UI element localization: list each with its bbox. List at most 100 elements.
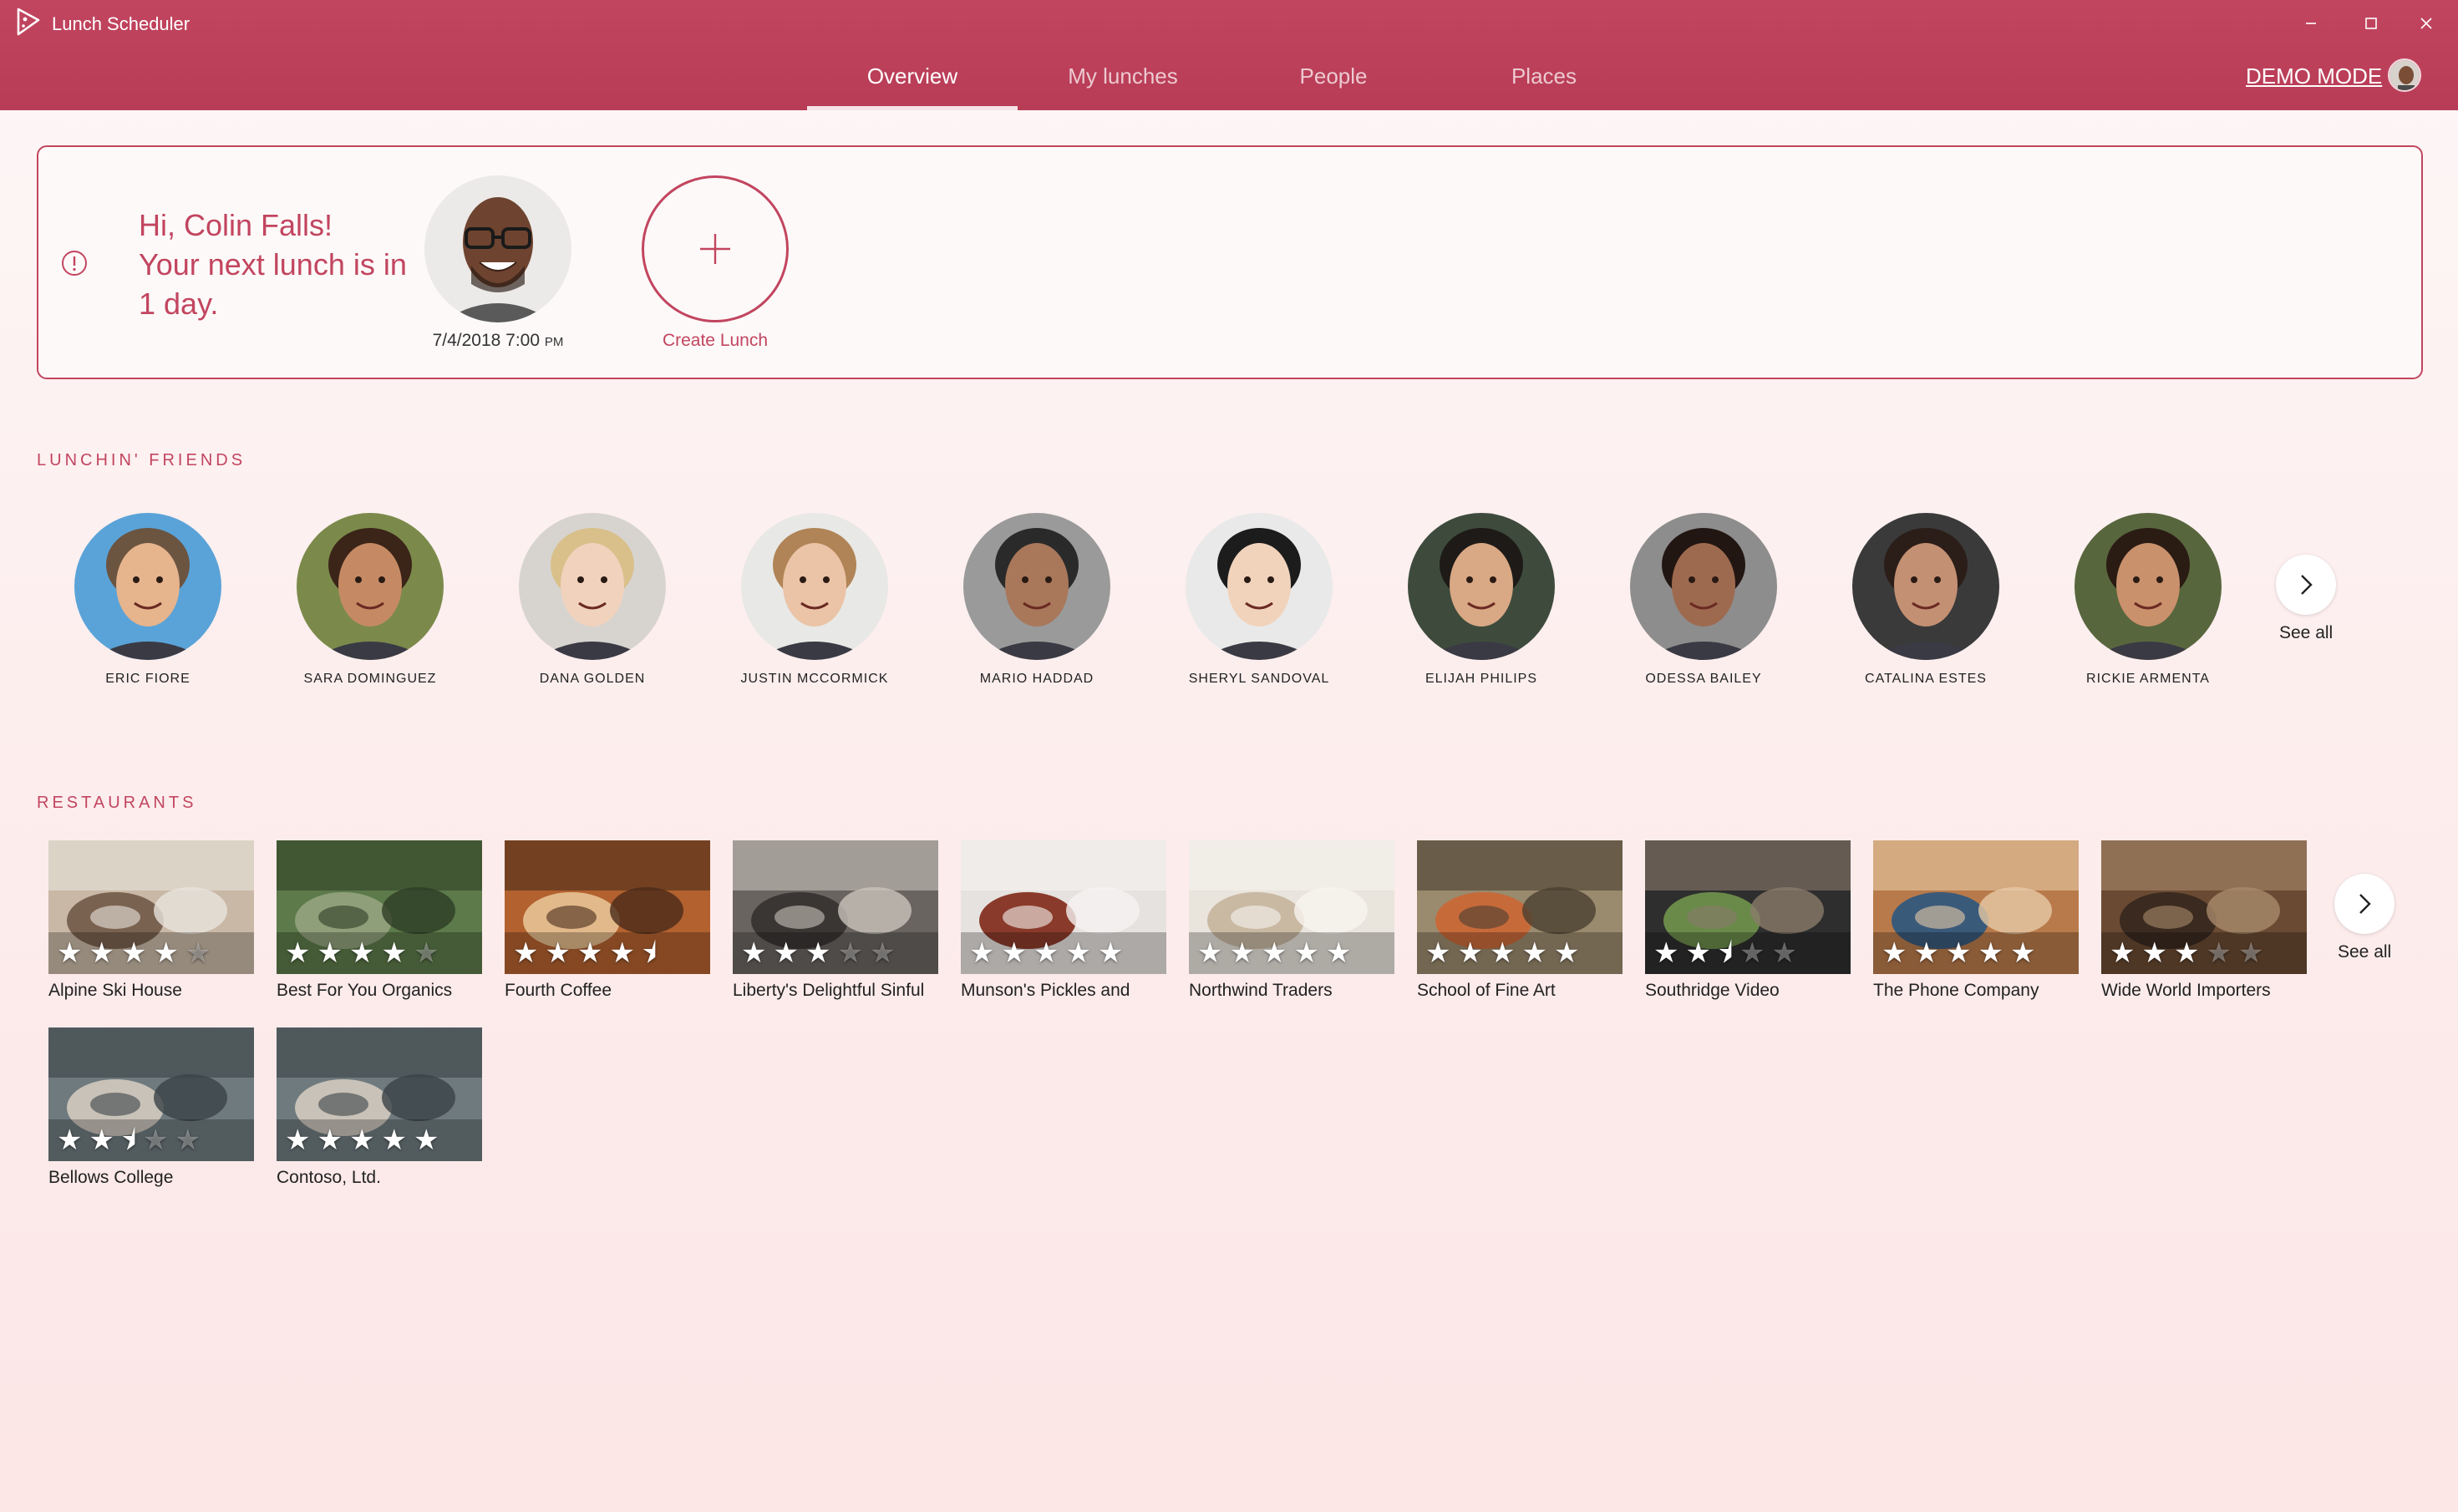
restaurant-image: ★ ★ ★ ★ ★: [1873, 840, 2079, 974]
restaurant-image: ★ ★ ⯨ ★ ★: [1645, 840, 1851, 974]
rating-stars: ★ ★ ★ ★ ⯨: [513, 939, 657, 967]
friend-item[interactable]: Justin McCormick: [703, 513, 926, 697]
create-lunch-button[interactable]: [642, 175, 789, 322]
rating-stars: ★ ★ ★ ★ ★: [2110, 939, 2263, 967]
restaurant-image: ★ ★ ★ ★ ★: [1417, 840, 1623, 974]
friend-name: Rickie Armenta: [2086, 672, 2210, 686]
restaurant-card[interactable]: ★ ★ ★ ★ ★ Best For You Organics: [277, 840, 482, 1024]
minimize-icon: [2306, 23, 2316, 24]
restaurant-image: ★ ★ ★ ★ ★: [733, 840, 938, 974]
star-icon: ★: [1882, 936, 1907, 970]
friends-see-all-button[interactable]: [2276, 555, 2336, 615]
restaurants-see-all-label[interactable]: See all: [2338, 942, 2391, 962]
friend-item[interactable]: Sheryl Sandoval: [1148, 513, 1370, 697]
star-icon: ★: [1685, 936, 1711, 970]
friend-avatar: [1186, 513, 1333, 660]
restaurants-section-title: Restaurants: [37, 794, 197, 812]
friend-item[interactable]: Mario Haddad: [926, 513, 1148, 697]
star-icon: ★: [1325, 936, 1352, 970]
restaurant-card[interactable]: ★ ★ ★ ★ ★ Liberty's Delightful Sinful: [733, 840, 938, 1024]
star-icon: ★: [869, 936, 896, 970]
maximize-button[interactable]: [2348, 7, 2395, 40]
friend-item[interactable]: Rickie Armenta: [2037, 513, 2259, 697]
rating-stars: ★ ★ ★ ★ ★: [969, 939, 1123, 967]
tab-label: People: [1299, 63, 1368, 89]
create-lunch-label[interactable]: Create Lunch: [607, 331, 824, 351]
friend-avatar: [519, 513, 666, 660]
restaurant-card[interactable]: ★ ★ ★ ★ ★ Contoso, Ltd.: [277, 1027, 482, 1211]
friend-name: Sheryl Sandoval: [1188, 672, 1330, 686]
star-icon: ★: [1033, 936, 1059, 970]
star-icon: ★: [1425, 936, 1451, 970]
user-avatar-image: [2389, 60, 2420, 90]
rating-stars: ★ ★ ★ ★ ★: [1882, 939, 2035, 967]
greeting-line: Your next lunch is in: [139, 247, 407, 282]
restaurant-name: Alpine Ski House: [48, 981, 182, 1000]
friends-see-all-label[interactable]: See all: [2279, 623, 2333, 643]
star-icon: ★: [2009, 936, 2036, 970]
friend-name: Mario Haddad: [979, 672, 1094, 686]
rating-stars: ★ ★ ★ ★ ★: [285, 939, 439, 967]
maximize-icon: [2365, 18, 2377, 29]
restaurants-see-all-button[interactable]: [2334, 874, 2395, 934]
star-icon: ★: [143, 1124, 169, 1157]
star-icon: ★: [89, 1124, 114, 1157]
restaurant-card[interactable]: ★ ★ ⯨ ★ ★ Bellows College: [48, 1027, 254, 1211]
tab-my-lunches[interactable]: My lunches: [1018, 55, 1228, 110]
user-avatar[interactable]: [2388, 58, 2421, 92]
friend-item[interactable]: Elijah Philips: [1370, 513, 1592, 697]
demo-mode-link[interactable]: DEMO MODE: [2246, 63, 2382, 89]
friend-avatar-image: [741, 513, 888, 660]
minimize-button[interactable]: [2288, 7, 2334, 40]
friend-avatar: [1852, 513, 1999, 660]
star-icon: ★: [1978, 936, 2003, 970]
close-button[interactable]: [2403, 7, 2450, 40]
tab-places[interactable]: Places: [1439, 55, 1649, 110]
restaurant-name: Best For You Organics: [277, 981, 453, 1000]
friend-item[interactable]: Sara Dominguez: [259, 513, 481, 697]
restaurant-image: ★ ★ ★ ★ ★: [2101, 840, 2307, 974]
star-icon: ★: [2173, 936, 2200, 970]
restaurant-image: ★ ★ ★ ★ ★: [48, 840, 254, 974]
star-icon: ★: [57, 1124, 83, 1157]
restaurant-card[interactable]: ★ ★ ★ ★ ★ Wide World Importers: [2101, 840, 2307, 1024]
star-icon: ★: [413, 936, 439, 970]
next-lunch-date-value: 7/4/2018 7:00: [432, 331, 541, 350]
star-icon: ★: [513, 936, 539, 970]
restaurant-name: School of Fine Art: [1417, 981, 1556, 1000]
star-icon: ★: [317, 936, 343, 970]
restaurant-card[interactable]: ★ ★ ★ ★ ★ Alpine Ski House: [48, 840, 254, 1024]
restaurant-image: ★ ★ ★ ★ ★: [277, 1027, 482, 1161]
friend-avatar-image: [74, 513, 221, 660]
greeting-line: 1 day.: [139, 287, 219, 321]
friend-avatar: [74, 513, 221, 660]
restaurant-card[interactable]: ★ ★ ★ ★ ⯨ Fourth Coffee: [505, 840, 710, 1024]
rating-stars: ★ ★ ★ ★ ★: [1197, 939, 1351, 967]
star-icon: ★: [413, 1124, 439, 1157]
friend-item[interactable]: Odessa Bailey: [1592, 513, 1815, 697]
pizza-slice-icon: [17, 8, 40, 36]
friend-item[interactable]: Catalina Estes: [1815, 513, 2037, 697]
friend-avatar-image: [1852, 513, 1999, 660]
star-icon: ★: [1489, 936, 1516, 970]
restaurant-card[interactable]: ★ ★ ★ ★ ★ School of Fine Art: [1417, 840, 1623, 1024]
friend-item[interactable]: Eric Fiore: [37, 513, 259, 697]
friend-item[interactable]: Dana Golden: [481, 513, 703, 697]
rating-stars: ★ ★ ★ ★ ★: [1425, 939, 1579, 967]
star-icon: ★: [185, 936, 211, 970]
star-icon: ★: [1293, 936, 1319, 970]
restaurant-card[interactable]: ★ ★ ★ ★ ★ Northwind Traders: [1189, 840, 1394, 1024]
tab-people[interactable]: People: [1228, 55, 1439, 110]
restaurant-card[interactable]: ★ ★ ⯨ ★ ★ Southridge Video: [1645, 840, 1851, 1024]
tab-overview[interactable]: Overview: [807, 55, 1018, 110]
restaurant-card[interactable]: ★ ★ ★ ★ ★ Munson's Pickles and: [961, 840, 1166, 1024]
restaurant-card[interactable]: ★ ★ ★ ★ ★ The Phone Company: [1873, 840, 2079, 1024]
star-icon: ★: [89, 936, 114, 970]
friend-avatar: [741, 513, 888, 660]
rating-stars: ★ ★ ★ ★ ★: [285, 1126, 439, 1154]
next-lunch-avatar[interactable]: [424, 175, 571, 322]
friend-name: Eric Fiore: [105, 672, 190, 686]
star-icon: ★: [175, 1124, 201, 1157]
star-icon: ★: [1197, 936, 1223, 970]
friends-list: Eric Fiore Sara Dominguez Dana Golden Justi…: [37, 513, 2376, 697]
